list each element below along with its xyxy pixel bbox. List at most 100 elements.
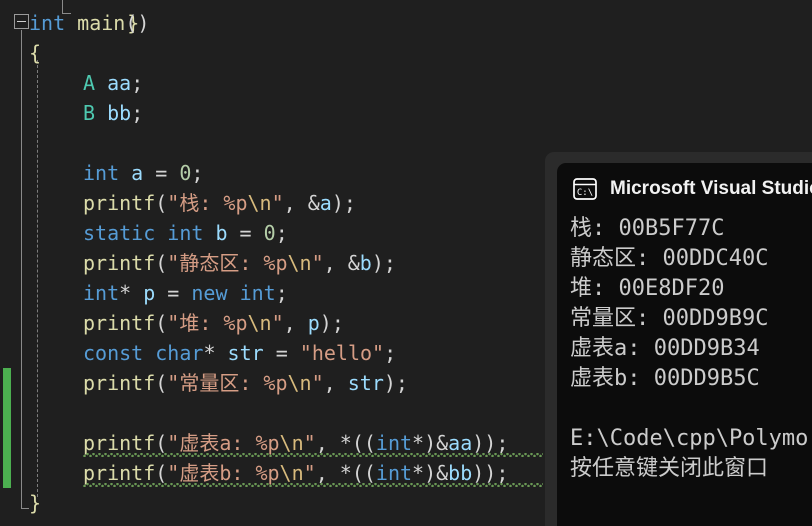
code-token: new: [191, 281, 228, 305]
code-token: );: [371, 251, 396, 275]
code-token: *): [412, 461, 437, 485]
code-line[interactable]: int main(): [0, 8, 149, 38]
code-token: ));: [472, 461, 509, 485]
console-output-line: 常量区: 00DD9B9C: [570, 306, 769, 331]
code-token: char: [155, 341, 204, 365]
code-token: ,: [315, 431, 340, 455]
code-token: int: [375, 431, 413, 455]
code-token: p: [143, 281, 156, 305]
code-token: int: [83, 281, 120, 305]
code-token: printf: [83, 431, 156, 455]
code-token: "常量区: %p: [167, 371, 288, 395]
console-window[interactable]: C:\ Microsoft Visual Studio 栈: 00B5F77C 静…: [545, 152, 812, 526]
code-token: (: [155, 191, 168, 215]
code-token: ;: [131, 101, 144, 125]
svg-text:C:\: C:\: [577, 188, 593, 198]
code-line[interactable]: int a = 0;: [0, 158, 203, 188]
code-line[interactable]: A aa;: [0, 68, 143, 98]
code-token: ;: [191, 161, 204, 185]
code-token: {: [29, 41, 42, 65]
code-token: ": [303, 461, 316, 485]
code-token: ": [311, 251, 324, 275]
code-token: "堆: %p: [167, 311, 248, 335]
console-title-text: Microsoft Visual Studio: [610, 177, 812, 199]
code-token: ": [271, 191, 284, 215]
code-token: (: [155, 431, 168, 455]
console-titlebar[interactable]: C:\ Microsoft Visual Studio: [557, 163, 812, 214]
code-token: A: [83, 71, 96, 95]
code-token: \n: [279, 431, 304, 455]
code-token: &: [347, 251, 360, 275]
code-token: b: [215, 221, 228, 245]
warning-squiggle: [83, 483, 543, 487]
code-line[interactable]: printf("静态区: %p\n", &b);: [0, 248, 396, 278]
code-line[interactable]: static int b = 0;: [0, 218, 288, 248]
code-token: printf: [83, 191, 156, 215]
code-token: \n: [287, 251, 312, 275]
code-token: *((: [339, 461, 376, 485]
code-token: printf: [83, 371, 156, 395]
code-token: ,: [283, 191, 308, 215]
code-line[interactable]: [0, 128, 83, 158]
code-line[interactable]: [0, 398, 83, 428]
code-token: &: [436, 461, 449, 485]
vs-code-editor-screenshot: } int main(){A aa; B bb; int a = 0; printf(…: [0, 0, 812, 526]
code-line-partial-bottom[interactable]: }: [0, 496, 139, 526]
code-token: int: [239, 281, 276, 305]
code-token: =: [155, 281, 192, 305]
console-output-line: 按任意键关闭此窗口: [570, 456, 769, 481]
code-line[interactable]: printf("堆: %p\n", p);: [0, 308, 344, 338]
code-token: (): [125, 11, 150, 35]
console-output-line: 静态区: 00DDC40C: [570, 246, 769, 271]
code-line[interactable]: printf("常量区: %p\n", str);: [0, 368, 408, 398]
code-token: ));: [472, 431, 509, 455]
code-token: );: [331, 191, 356, 215]
code-token: ,: [323, 371, 348, 395]
code-token: "虚表a: %p: [167, 431, 280, 455]
code-token: str: [227, 341, 264, 365]
code-token: &: [307, 191, 320, 215]
code-token: main: [77, 11, 126, 35]
code-token: (: [155, 461, 168, 485]
code-line[interactable]: B bb;: [0, 98, 143, 128]
console-output-line: E:\Code\cpp\Polymo: [570, 426, 809, 451]
console-cmd-icon: C:\: [573, 177, 597, 200]
console-window-body[interactable]: C:\ Microsoft Visual Studio 栈: 00B5F77C 静…: [557, 163, 812, 526]
code-token: ": [303, 431, 316, 455]
code-token: \n: [279, 461, 304, 485]
warning-squiggle: [83, 453, 543, 457]
code-token: =: [143, 161, 180, 185]
code-line[interactable]: int* p = new int;: [0, 278, 288, 308]
code-token: =: [263, 341, 300, 365]
code-token: (: [155, 371, 168, 395]
code-token: b: [359, 251, 372, 275]
code-token: \n: [247, 311, 272, 335]
code-token: *: [119, 281, 132, 305]
code-line[interactable]: const char* str = "hello";: [0, 338, 396, 368]
code-token: printf: [83, 251, 156, 275]
code-token: \n: [287, 371, 312, 395]
code-line-partial-top[interactable]: }: [0, 0, 139, 35]
code-token: B: [83, 101, 96, 125]
code-token: str: [347, 371, 384, 395]
code-token: aa: [107, 71, 132, 95]
code-line[interactable]: printf("栈: %p\n", &a);: [0, 188, 356, 218]
code-token: ;: [275, 221, 288, 245]
code-token: "栈: %p: [167, 191, 248, 215]
code-token: ,: [323, 251, 348, 275]
code-token: "静态区: %p: [167, 251, 288, 275]
code-token: 0: [179, 161, 192, 185]
code-token: 0: [263, 221, 276, 245]
code-token: ,: [315, 461, 340, 485]
code-token: bb: [448, 461, 473, 485]
code-line[interactable]: {: [0, 38, 41, 68]
code-token: =: [227, 221, 264, 245]
code-token: const: [83, 341, 144, 365]
